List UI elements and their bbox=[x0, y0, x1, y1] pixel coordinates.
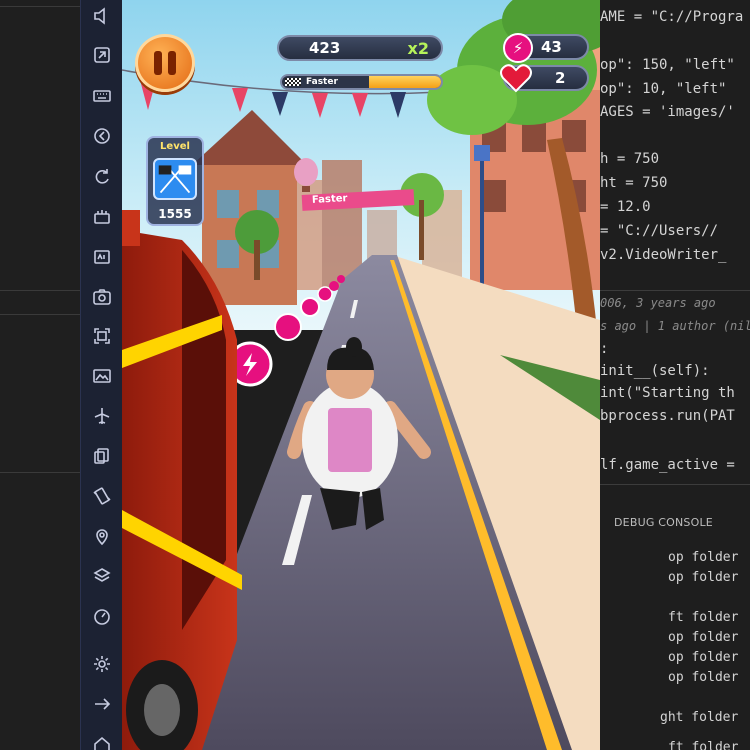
terminal-line: ft folder bbox=[668, 740, 739, 750]
divider bbox=[0, 314, 80, 315]
emulator-toolbar bbox=[80, 0, 122, 750]
rotate-icon[interactable] bbox=[90, 165, 114, 189]
media-icon[interactable] bbox=[90, 364, 114, 388]
pause-button[interactable] bbox=[135, 34, 195, 92]
divider bbox=[0, 290, 80, 291]
code-line: ht = 750 bbox=[600, 175, 668, 191]
score-counter: 423 x2 bbox=[277, 35, 443, 61]
code-line: = 12.0 bbox=[600, 199, 651, 215]
performance-icon[interactable] bbox=[90, 604, 114, 628]
divider bbox=[0, 472, 80, 473]
back-icon[interactable] bbox=[90, 124, 114, 148]
terminal-line: op folder bbox=[668, 630, 739, 645]
code-line: AGES = 'images/' bbox=[600, 104, 735, 120]
code-line: lf.game_active = bbox=[600, 457, 735, 473]
terminal-line: op folder bbox=[668, 550, 739, 565]
energy-value: 43 bbox=[541, 38, 562, 56]
checkered-flag-icon bbox=[285, 78, 301, 86]
divider bbox=[600, 484, 750, 485]
volume-icon[interactable] bbox=[90, 4, 114, 28]
lightning-icon: ⚡ bbox=[503, 33, 533, 63]
arrow-right-icon[interactable] bbox=[90, 692, 114, 716]
multi-instance-icon[interactable] bbox=[90, 444, 114, 468]
score-multiplier: x2 bbox=[407, 38, 429, 58]
progress-fill bbox=[369, 76, 441, 88]
screenshot-icon[interactable] bbox=[90, 285, 114, 309]
terminal-line: op folder bbox=[668, 570, 739, 585]
code-editor[interactable]: AME = "C://Progra op": 150, "left" op": … bbox=[600, 0, 750, 750]
code-line: op": 150, "left" bbox=[600, 57, 735, 73]
code-line: : bbox=[600, 341, 609, 357]
score-value: 423 bbox=[309, 39, 341, 57]
faster-progress-bar: Faster bbox=[280, 74, 443, 90]
code-line: init__(self): bbox=[600, 363, 710, 379]
level-badge: Level 1555 bbox=[146, 136, 204, 226]
divider bbox=[600, 290, 750, 291]
git-blame-annotation: 006, 3 years ago bbox=[600, 296, 716, 310]
terminal-line: ght folder bbox=[660, 710, 739, 725]
fullscreen-icon[interactable] bbox=[90, 324, 114, 348]
layers-icon[interactable] bbox=[90, 564, 114, 588]
git-blame-annotation: s ago | 1 author (nilkp00 bbox=[600, 319, 750, 333]
checkered-flags-icon bbox=[153, 158, 197, 200]
pause-icon bbox=[154, 51, 162, 75]
level-label: Level bbox=[160, 141, 190, 152]
code-line: v2.VideoWriter_ bbox=[600, 247, 727, 263]
editor-side-panel bbox=[0, 0, 80, 750]
send-icon[interactable] bbox=[90, 43, 114, 67]
home-icon[interactable] bbox=[90, 732, 114, 750]
energy-counter: ⚡ 43 bbox=[503, 33, 589, 63]
terminal-line: ft folder bbox=[668, 610, 739, 625]
settings-icon[interactable] bbox=[90, 652, 114, 676]
apk-manager-icon[interactable] bbox=[90, 205, 114, 229]
install-apk-icon[interactable] bbox=[90, 245, 114, 269]
code-line: AME = "C://Progra bbox=[600, 9, 744, 25]
code-line: bprocess.run(PAT bbox=[600, 408, 735, 424]
game-scene bbox=[122, 0, 600, 750]
keyboard-icon[interactable] bbox=[90, 84, 114, 108]
code-line: = "C://Users// bbox=[600, 223, 719, 239]
progress-label: Faster bbox=[306, 77, 338, 87]
code-line: int("Starting th bbox=[600, 385, 735, 401]
divider bbox=[0, 6, 80, 7]
terminal-line: op folder bbox=[668, 670, 739, 685]
tab-debug-console[interactable]: DEBUG CONSOLE bbox=[614, 516, 713, 529]
shake-icon[interactable] bbox=[90, 484, 114, 508]
location-icon[interactable] bbox=[90, 524, 114, 548]
airplane-icon[interactable] bbox=[90, 404, 114, 428]
lives-value: 2 bbox=[555, 69, 566, 87]
code-line: h = 750 bbox=[600, 151, 660, 167]
overhead-banner-text: Faster bbox=[311, 193, 348, 206]
terminal-line: op folder bbox=[668, 650, 739, 665]
level-value: 1555 bbox=[158, 207, 192, 221]
pause-icon-bar bbox=[168, 51, 176, 75]
lives-counter: 2 bbox=[500, 64, 589, 93]
code-line: op": 10, "left" bbox=[600, 81, 727, 97]
game-viewport[interactable]: Faster bbox=[122, 0, 600, 750]
screen: Faster 423 x2 ⚡ 43 2 Faster Level 1555 A… bbox=[0, 0, 750, 750]
heart-icon bbox=[500, 64, 532, 93]
